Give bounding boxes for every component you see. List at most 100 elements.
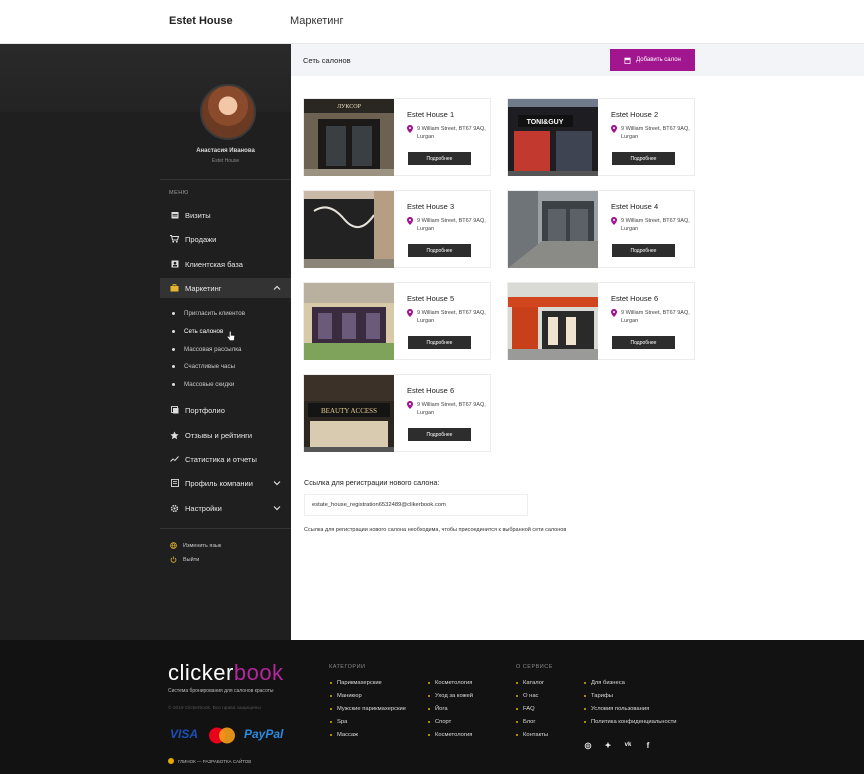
salon-name[interactable]: Estet House 2	[611, 110, 658, 119]
footer-link[interactable]: Контакты	[516, 732, 548, 738]
add-salon-button[interactable]: Добавить салон	[610, 49, 695, 71]
profile-icon	[170, 479, 179, 488]
brand-name[interactable]: Estet House	[169, 15, 233, 27]
footer-link[interactable]: Массаж	[330, 732, 358, 738]
footer-link[interactable]: Для бизнеса	[584, 680, 625, 686]
sidebar-item-marketing[interactable]: Маркетинг	[160, 278, 291, 298]
footer-link[interactable]: Косметология	[428, 680, 472, 686]
footer-link[interactable]: Уход за кожей	[428, 693, 473, 699]
salon-name[interactable]: Estet House 6	[611, 294, 658, 303]
details-button[interactable]: Подробнее	[612, 244, 675, 257]
twitter-icon[interactable]: ✦	[603, 740, 613, 750]
sidebar-item-clients[interactable]: Клиентская база	[160, 254, 291, 274]
footer-link[interactable]: FAQ	[516, 706, 535, 712]
salon-photo[interactable]	[304, 191, 394, 268]
salon-name[interactable]: Estet House 5	[407, 294, 454, 303]
footer-logo[interactable]: clickerbook	[168, 660, 284, 686]
submenu-happy-hours[interactable]: Счастливые часы	[172, 363, 235, 370]
star-icon	[170, 430, 179, 440]
footer-link[interactable]: Маникюр	[330, 693, 362, 699]
footer-link[interactable]: Каталог	[516, 680, 544, 686]
footer-link[interactable]: Йога	[428, 706, 448, 712]
footer-link[interactable]: Условия пользования	[584, 706, 649, 712]
contacts-icon	[170, 260, 179, 269]
avatar[interactable]	[200, 84, 256, 140]
logout-link[interactable]: Выйти	[170, 556, 199, 563]
salon-card: Estet House 6 9 William Street, BT67 9AQ…	[507, 282, 695, 360]
chevron-down-icon[interactable]	[273, 504, 281, 512]
footer-service-caption: О СЕРВИСЕ	[516, 664, 553, 670]
salon-photo[interactable]: TONI&GUY	[508, 99, 598, 176]
sidebar-item-visits[interactable]: Визиты	[160, 205, 291, 225]
footer-link[interactable]: Тарифы	[584, 693, 613, 699]
salon-photo[interactable]	[508, 283, 598, 360]
chevron-down-icon[interactable]	[273, 479, 281, 487]
salon-name[interactable]: Estet House 3	[407, 202, 454, 211]
salon-photo[interactable]	[508, 191, 598, 268]
sidebar	[0, 44, 291, 640]
sidebar-item-settings[interactable]: Настройки	[160, 498, 291, 518]
sidebar-item-label: Визиты	[185, 210, 211, 220]
submenu-invite-clients[interactable]: Пригласить клиентов	[172, 310, 245, 317]
top-header: Estet House Маркетинг	[0, 0, 864, 44]
change-language-link[interactable]: Изменить язык	[170, 542, 221, 549]
submenu-mass-discounts[interactable]: Массовые скидки	[172, 381, 234, 388]
sidebar-item-company-profile[interactable]: Профиль компании	[160, 473, 291, 493]
footer-link[interactable]: Спорт	[428, 719, 451, 725]
sidebar-item-label: Статистика и отчеты	[185, 454, 257, 464]
salon-address: 9 William Street, BT67 9AQ, Lurgan	[621, 218, 690, 232]
globe-icon	[170, 542, 177, 549]
divider	[160, 179, 291, 180]
paypal-logo: PayPal	[244, 727, 284, 741]
sidebar-item-statistics[interactable]: Статистика и отчеты	[160, 449, 291, 469]
store-icon	[624, 57, 631, 64]
salon-name[interactable]: Estet House 4	[611, 202, 658, 211]
footer-link[interactable]: Spa	[330, 719, 347, 725]
facebook-icon[interactable]: f	[643, 740, 653, 750]
details-button[interactable]: Подробнее	[408, 428, 471, 441]
location-pin-icon	[611, 309, 617, 317]
instagram-icon[interactable]: ◎	[583, 740, 593, 750]
submenu-salon-network[interactable]: Сеть салонов	[172, 328, 223, 335]
developer-credit[interactable]: ГЛИНОК — РАЗРАБОТКА САЙТОВ	[168, 758, 251, 764]
salon-photo[interactable]: ЛУКСОР	[304, 99, 394, 176]
salon-address: 9 William Street, BT67 9AQ, Lurgan	[417, 126, 486, 140]
salon-name[interactable]: Estet House 6	[407, 386, 454, 395]
submenu-mass-mailing[interactable]: Массовая рассылка	[172, 346, 242, 353]
sidebar-item-reviews[interactable]: Отзывы и рейтинги	[160, 425, 291, 445]
sidebar-item-label: Маркетинг	[185, 283, 222, 293]
registration-link-field[interactable]	[304, 494, 528, 516]
footer-link[interactable]: О нас	[516, 693, 538, 699]
bullet-icon	[172, 312, 175, 315]
sidebar-item-sales[interactable]: Продажи	[160, 229, 291, 249]
svg-text:TONI&GUY: TONI&GUY	[527, 119, 564, 126]
bullet-icon	[172, 330, 175, 333]
details-button[interactable]: Подробнее	[408, 336, 471, 349]
salon-name[interactable]: Estet House 1	[407, 110, 454, 119]
sidebar-item-label: Клиентская база	[185, 259, 243, 269]
sidebar-item-portfolio[interactable]: Портфолио	[160, 400, 291, 420]
footer-link[interactable]: Мужские парикмахерские	[330, 706, 406, 712]
sidebar-item-label: Портфолио	[185, 405, 225, 415]
chevron-up-icon[interactable]	[273, 284, 281, 292]
vk-icon[interactable]: vk	[623, 740, 633, 750]
footer-link[interactable]: Косметология	[428, 732, 472, 738]
salon-photo[interactable]	[304, 283, 394, 360]
details-button[interactable]: Подробнее	[408, 244, 471, 257]
salon-photo[interactable]: BEAUTY ACCESS	[304, 375, 394, 452]
salon-address: 9 William Street, BT67 9AQ, Lurgan	[417, 218, 486, 232]
details-button[interactable]: Подробнее	[612, 336, 675, 349]
divider	[160, 528, 291, 529]
registration-label: Ссылка для регистрации нового салона:	[304, 478, 440, 487]
footer-link[interactable]: Блог	[516, 719, 536, 725]
footer-link[interactable]: Парикмахерские	[330, 680, 382, 686]
registration-hint: Ссылка для регистрации нового салона нео…	[304, 527, 567, 533]
sidebar-item-label: Профиль компании	[185, 478, 253, 488]
location-pin-icon	[611, 125, 617, 133]
power-icon	[170, 556, 177, 563]
details-button[interactable]: Подробнее	[408, 152, 471, 165]
details-button[interactable]: Подробнее	[612, 152, 675, 165]
footer-link[interactable]: Политика конфиденциальности	[584, 719, 677, 725]
salon-address: 9 William Street, BT67 9AQ, Lurgan	[621, 310, 690, 324]
mastercard-logo	[209, 727, 235, 744]
